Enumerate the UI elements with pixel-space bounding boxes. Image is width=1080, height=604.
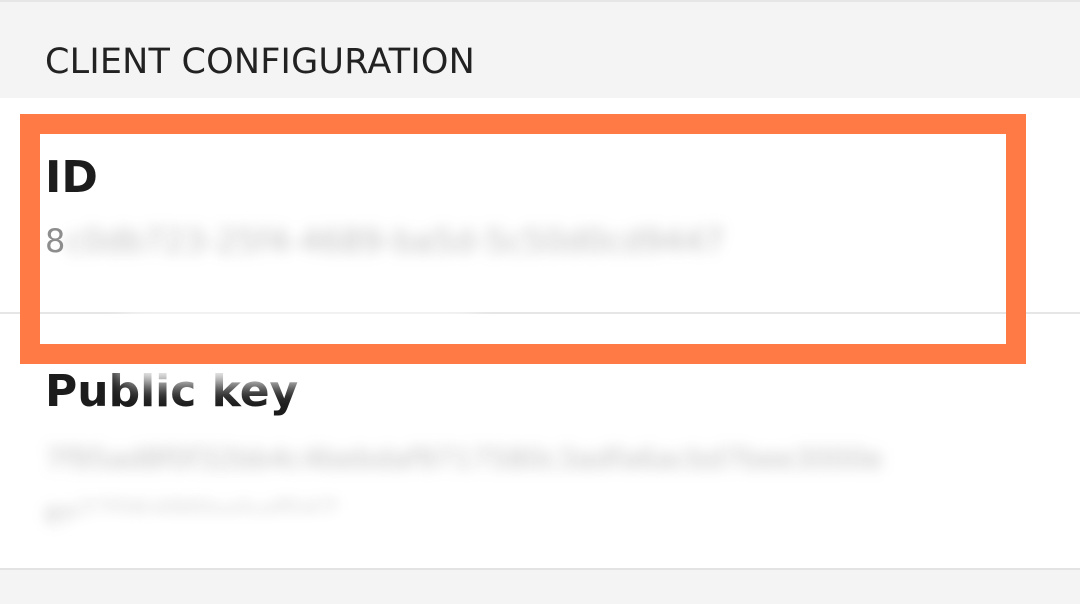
screen: CLIENT CONFIGURATION ID 8c0db723-25f4-46…	[0, 0, 1080, 604]
section-title: CLIENT CONFIGURATION	[45, 42, 475, 82]
public-key-value-line-1: 7f95ad8f0f32bb4c4bebdaf9717580c3adfa6acb…	[45, 442, 883, 475]
id-value-prefix: 8	[45, 222, 66, 260]
section-header: CLIENT CONFIGURATION	[0, 0, 1080, 98]
id-label: ID	[45, 152, 98, 203]
redaction-patch	[60, 510, 1020, 570]
redaction-patch	[110, 314, 490, 384]
id-value-redacted: c0db723-25f4-4689-ba5d-5c50d0cd9447	[65, 222, 725, 260]
public-key-row[interactable]: Public key 7f95ad8f0f32bb4c4bebdaf971758…	[0, 314, 1080, 570]
id-row[interactable]: ID 8c0db723-25f4-4689-ba5d-5c50d0cd9447	[0, 98, 1080, 312]
config-card: ID 8c0db723-25f4-4689-ba5d-5c50d0cd9447 …	[0, 98, 1080, 570]
id-value: 8c0db723-25f4-4689-ba5d-5c50d0cd9447	[45, 222, 724, 260]
bottom-section-strip	[0, 568, 1080, 604]
